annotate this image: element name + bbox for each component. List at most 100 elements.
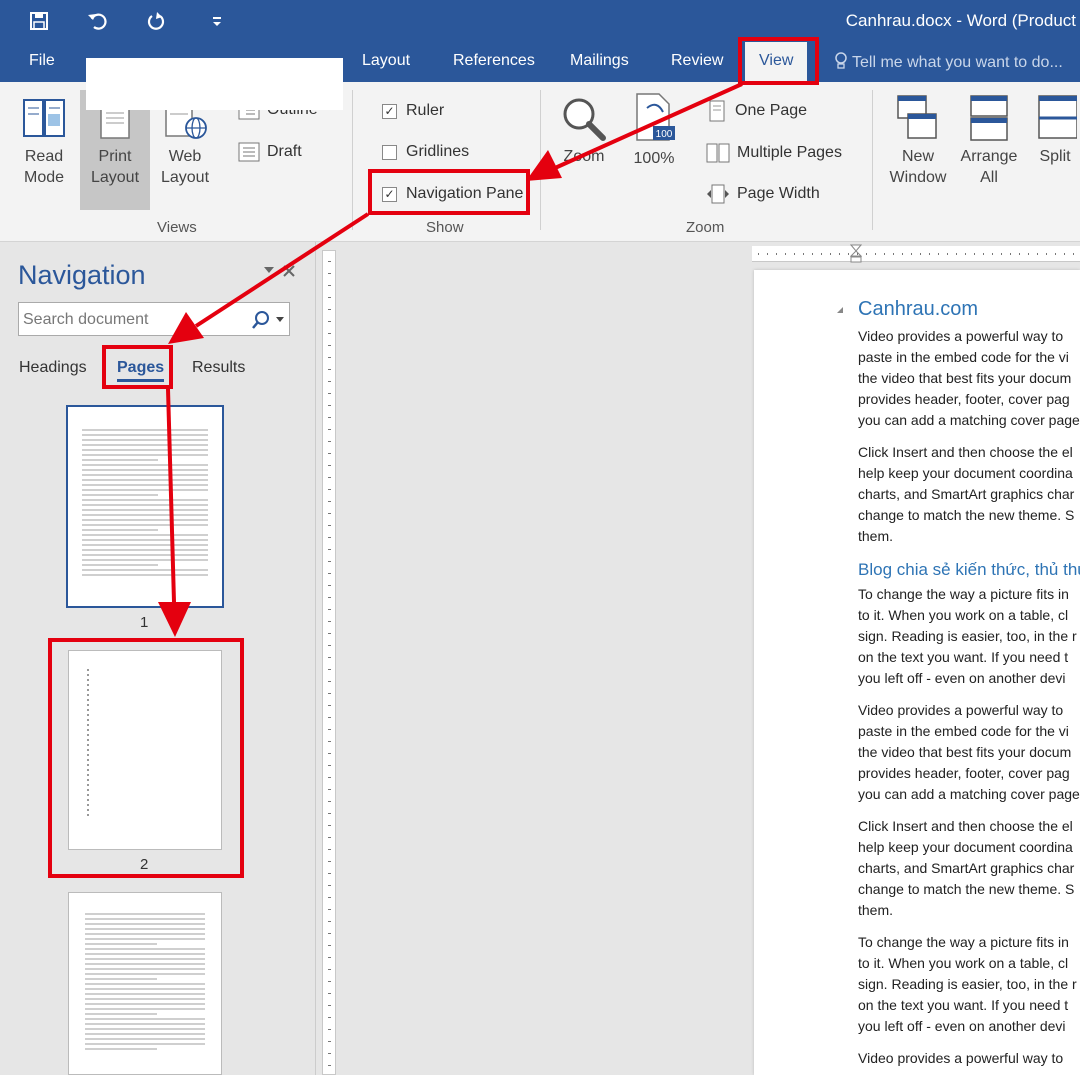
redaction-box — [86, 58, 343, 110]
ruler-tick — [767, 253, 768, 255]
ruler-tick — [328, 453, 331, 454]
split-icon — [1038, 95, 1078, 139]
ruler-tick — [328, 933, 331, 934]
paragraph: To change the way a picture fits in to it… — [858, 584, 1080, 689]
one-page-button[interactable]: One Page — [706, 100, 807, 122]
ruler-tick — [1028, 253, 1029, 255]
ruler-tick — [328, 753, 331, 754]
thumbnail-line — [82, 484, 208, 486]
customize-qat-icon[interactable] — [204, 8, 230, 34]
zoom-button[interactable]: Zoom — [556, 94, 612, 167]
ruler-tick — [328, 945, 331, 946]
ruler-tick — [328, 1065, 331, 1066]
thumbnail-line — [87, 719, 89, 721]
tab-references[interactable]: References — [453, 52, 535, 70]
page-thumbnail-1[interactable] — [66, 405, 224, 608]
ruler-tick — [328, 717, 331, 718]
paragraph: Video provides a powerful way to paste in… — [858, 326, 1080, 431]
ruler-tick — [1073, 253, 1074, 255]
new-window-label: New Window — [889, 148, 947, 186]
ruler-tick — [328, 633, 331, 634]
tab-pages[interactable]: Pages — [117, 359, 165, 382]
thumbnail-line — [87, 804, 89, 806]
zoom-label: Zoom — [563, 148, 605, 165]
thumbnail-line — [85, 928, 205, 930]
thumbnail-line — [87, 749, 89, 751]
read-mode-icon — [23, 99, 65, 137]
ruler-tick — [328, 837, 331, 838]
thumbnail-line — [87, 694, 89, 696]
ruler-tick — [328, 297, 331, 298]
thumbnail-line — [87, 794, 89, 796]
ruler-tick — [328, 669, 331, 670]
close-icon[interactable] — [282, 264, 296, 278]
ruler-tick — [328, 345, 331, 346]
collapse-heading-icon[interactable] — [836, 306, 844, 314]
gridlines-checkbox[interactable]: Gridlines — [382, 143, 469, 161]
page-width-button[interactable]: Page Width — [706, 183, 820, 205]
ruler-tick — [785, 253, 786, 255]
thumbnail-text-lines — [82, 429, 208, 576]
gridlines-label: Gridlines — [406, 143, 470, 160]
tab-review[interactable]: Review — [671, 52, 723, 70]
read-mode-button[interactable]: Read Mode — [16, 96, 72, 188]
new-window-icon — [897, 95, 937, 139]
document-page[interactable]: Canhrau.com Video provides a powerful wa… — [754, 270, 1080, 1075]
thumbnail-line — [82, 444, 208, 446]
ruler-tick — [1001, 253, 1002, 255]
zoom-100-button[interactable]: 100 100% — [628, 92, 680, 169]
indent-marker-icon[interactable] — [850, 244, 862, 264]
text-line: charts, and SmartArt graphics char — [858, 860, 1075, 876]
text-line: paste in the embed code for the vi — [858, 723, 1069, 739]
zoom-group-label: Zoom — [686, 219, 725, 236]
new-window-button[interactable]: New Window — [886, 94, 950, 188]
tab-mailings[interactable]: Mailings — [570, 52, 629, 70]
page-number-1: 1 — [140, 614, 149, 631]
navigation-pane-checkbox[interactable]: ✓ Navigation Pane — [382, 185, 523, 203]
text-line: To change the way a picture fits in — [858, 586, 1069, 602]
ruler-tick — [328, 333, 331, 334]
pane-options-icon[interactable] — [263, 266, 275, 274]
thumbnail-line — [82, 479, 208, 481]
search-document-input[interactable]: Search document — [18, 302, 290, 336]
search-icon[interactable] — [251, 310, 271, 330]
text-line: them. — [858, 902, 894, 918]
thumbnail-line — [82, 499, 208, 501]
zoom-magnifier-icon — [563, 98, 606, 141]
search-dropdown-icon[interactable] — [276, 317, 284, 323]
tell-me-box[interactable]: Tell me what you want to do... — [834, 52, 1063, 72]
ruler-tick — [328, 597, 331, 598]
ruler-checkbox[interactable]: ✓ Ruler — [382, 102, 444, 120]
thumbnail-line — [82, 574, 208, 576]
split-button[interactable]: Split — [1030, 94, 1080, 167]
page-thumbnail-2[interactable] — [68, 650, 222, 850]
thumbnail-line — [87, 704, 89, 706]
redo-icon[interactable] — [143, 8, 169, 34]
arrange-all-icon — [970, 95, 1008, 141]
thumbnail-line — [87, 709, 89, 711]
tab-view[interactable]: View — [745, 42, 808, 82]
tab-headings[interactable]: Headings — [19, 359, 87, 377]
zoom-100-label: 100% — [633, 150, 675, 167]
draft-button[interactable]: Draft — [238, 142, 302, 162]
page-width-label: Page Width — [737, 185, 820, 202]
tab-file[interactable]: File — [29, 52, 55, 70]
ruler-tick — [812, 253, 813, 255]
thumbnail-line — [85, 923, 205, 925]
text-line: help keep your document coordina — [858, 839, 1073, 855]
page-thumbnail-3[interactable] — [68, 892, 222, 1075]
thumbnail-line — [85, 1003, 205, 1005]
ruler-tick — [830, 253, 831, 255]
arrange-all-button[interactable]: Arrange All — [958, 94, 1020, 188]
ruler-tick — [328, 849, 331, 850]
tab-layout[interactable]: Layout — [362, 52, 410, 70]
ruler-tick — [328, 429, 331, 430]
text-line: you can add a matching cover page — [858, 786, 1080, 802]
undo-icon[interactable] — [84, 8, 110, 34]
tab-results[interactable]: Results — [192, 359, 245, 377]
ruler-tick — [328, 705, 331, 706]
multiple-pages-button[interactable]: Multiple Pages — [706, 142, 842, 164]
ruler-tick — [328, 729, 331, 730]
thumbnail-line — [85, 1048, 157, 1050]
save-icon[interactable] — [26, 8, 52, 34]
